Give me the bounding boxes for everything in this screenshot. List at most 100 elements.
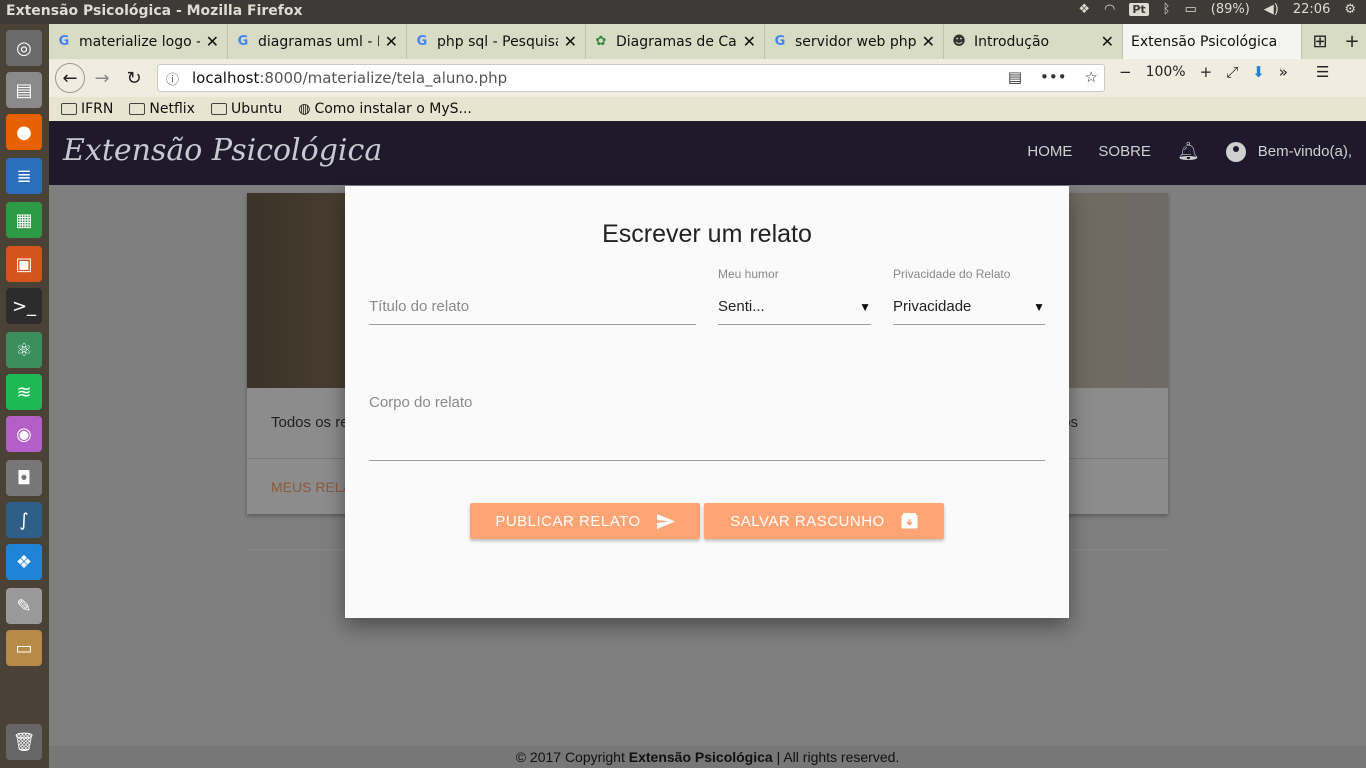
overflow-chevron-icon[interactable]: » [1279, 63, 1288, 81]
back-arrow-icon[interactable]: ← [55, 63, 85, 93]
impress-icon[interactable]: ▣ [6, 246, 42, 282]
close-tab-icon[interactable]: ✕ [564, 32, 577, 51]
reload-icon[interactable]: ↻ [119, 63, 149, 93]
mysql-workbench-icon[interactable]: ∫ [6, 502, 42, 538]
bookmark-folder[interactable]: IFRN [61, 101, 113, 117]
tab-strip: G materialize logo - ✕ G diagramas uml -… [49, 24, 1366, 59]
browser-chrome: G materialize logo - ✕ G diagramas uml -… [49, 24, 1366, 121]
google-icon: G [58, 34, 70, 49]
screenshot-icon[interactable]: ◘ [6, 460, 42, 496]
atom-icon[interactable]: ⚛ [6, 332, 42, 368]
privacy-selected-value: Privacidade [893, 298, 972, 315]
bookmark-folder[interactable]: Ubuntu [210, 101, 282, 117]
bookmarks-toolbar: IFRN Netflix Ubuntu ◍ Como instalar o MyS… [49, 97, 1366, 121]
folder-icon [210, 103, 227, 115]
site-brand-logo[interactable]: Extensão Psicológica [63, 133, 382, 168]
calc-icon[interactable]: ▦ [6, 202, 42, 238]
firefox-icon[interactable]: ● [6, 114, 42, 150]
browser-tab[interactable]: ☻ Introdução ✕ [944, 24, 1123, 59]
archive-icon[interactable]: ▭ [6, 630, 42, 666]
dropbox-launcher-icon[interactable]: ❖ [6, 544, 42, 580]
ubuntu-dash-icon[interactable]: ◎ [6, 30, 42, 66]
url-bar[interactable]: ⓘ localhost :8000/materialize/tela_aluno… [157, 64, 1105, 92]
info-icon[interactable]: ⓘ [166, 69, 184, 88]
folder-icon [129, 103, 146, 115]
close-tab-icon[interactable]: ✕ [743, 32, 756, 51]
browser-tab[interactable]: G diagramas uml - P ✕ [228, 24, 407, 59]
dropbox-icon[interactable]: ❖ [1078, 2, 1090, 17]
tab-label: Extensão Psicológica [1131, 33, 1278, 50]
nav-home-link[interactable]: HOME [1027, 143, 1072, 160]
footer-rights: | All rights reserved. [772, 749, 900, 765]
window-title: Extensão Psicológica - Mozilla Firefox [6, 3, 303, 19]
bookmark-star-icon[interactable]: ☆ [1085, 68, 1098, 86]
privacy-select[interactable]: Privacidade do Relato Privacidade ▼ [893, 267, 1045, 325]
report-body-field[interactable]: Corpo do relato [369, 394, 1045, 461]
user-menu[interactable]: Bem-vindo(a), [1225, 141, 1352, 162]
zoom-out-icon[interactable]: − [1119, 63, 1132, 81]
keyboard-layout-indicator[interactable]: Pt [1129, 3, 1149, 16]
zoom-in-icon[interactable]: + [1200, 63, 1213, 81]
files-icon[interactable]: ▤ [6, 72, 42, 108]
wifi-icon[interactable]: ◠ [1104, 2, 1115, 17]
my-reports-link[interactable]: MEUS RELA [271, 479, 352, 495]
clock[interactable]: 22:06 [1293, 2, 1330, 17]
notification-bell-icon[interactable]: 🔔︎ [1177, 141, 1200, 162]
trash-icon[interactable]: 🗑 [6, 724, 42, 760]
settings-gear-icon[interactable]: ⚙ [1344, 2, 1356, 17]
tab-label: Diagramas de Cas [616, 33, 737, 50]
close-tab-icon[interactable]: ✕ [206, 32, 219, 51]
reader-view-icon[interactable]: ▤ [1008, 68, 1022, 86]
mood-label: Meu humor [718, 267, 779, 281]
volume-icon[interactable]: ◀) [1264, 2, 1279, 17]
hamburger-menu-icon[interactable]: ☰ [1316, 63, 1329, 81]
report-title-field[interactable] [369, 289, 696, 325]
browser-tab[interactable]: G materialize logo - ✕ [49, 24, 228, 59]
url-host: localhost [192, 69, 260, 87]
site-navbar: Extensão Psicológica HOME SOBRE 🔔︎ Bem-v… [49, 121, 1366, 185]
battery-icon[interactable]: ▭ [1184, 2, 1196, 17]
publish-report-button[interactable]: PUBLICAR RELATO [470, 503, 700, 539]
new-tab-plus-icon[interactable]: + [1337, 26, 1366, 56]
system-top-bar: Extensão Psicológica - Mozilla Firefox ❖… [0, 0, 1366, 24]
page-actions-icon[interactable]: ••• [1040, 68, 1067, 86]
folder-icon [61, 103, 77, 115]
zoom-controls: − 100% + ⤢ ⬇ » ☰ [1119, 63, 1329, 81]
spotify-icon[interactable]: ≋ [6, 374, 42, 410]
mood-select[interactable]: Meu humor Senti... ▼ [718, 267, 871, 325]
color-picker-icon[interactable]: ◉ [6, 416, 42, 452]
nav-about-link[interactable]: SOBRE [1098, 143, 1151, 160]
footer: © 2017 Copyright Extensão Psicológica | … [49, 746, 1366, 768]
bluetooth-icon[interactable]: ᛒ [1163, 2, 1171, 17]
browser-tab-active[interactable]: Extensão Psicológica [1123, 24, 1302, 59]
google-icon: G [774, 34, 786, 49]
zoom-level[interactable]: 100% [1146, 64, 1186, 80]
browser-tab[interactable]: G servidor web php ✕ [765, 24, 944, 59]
browser-tab[interactable]: ✿ Diagramas de Cas ✕ [586, 24, 765, 59]
browser-tab[interactable]: G php sql - Pesquisa ✕ [407, 24, 586, 59]
account-circle-icon [1225, 141, 1246, 162]
report-title-input[interactable] [369, 289, 696, 324]
globe-icon: ◍ [298, 101, 311, 117]
welcome-text: Bem-vindo(a), [1257, 143, 1352, 160]
fullscreen-icon[interactable]: ⤢ [1226, 63, 1238, 81]
close-tab-icon[interactable]: ✕ [1101, 32, 1114, 51]
bookmark-link[interactable]: ◍ Como instalar o MyS... [298, 101, 472, 117]
new-tab-icon[interactable]: ⊞ [1305, 26, 1335, 56]
tab-label: diagramas uml - P [258, 33, 379, 50]
terminal-icon[interactable]: >_ [6, 288, 42, 324]
writer-icon[interactable]: ≣ [6, 158, 42, 194]
dropdown-arrow-icon: ▼ [859, 299, 871, 314]
footer-brand: Extensão Psicológica [628, 749, 773, 765]
navigation-toolbar: ← → ↻ ⓘ localhost :8000/materialize/tela… [49, 59, 1366, 97]
download-icon[interactable]: ⬇ [1252, 63, 1265, 81]
save-draft-button[interactable]: SALVAR RASCUNHO [704, 503, 944, 539]
tab-label: php sql - Pesquisa [437, 33, 558, 50]
forward-arrow-icon[interactable]: → [87, 63, 117, 93]
close-tab-icon[interactable]: ✕ [922, 32, 935, 51]
text-editor-icon[interactable]: ✎ [6, 588, 42, 624]
nav-links: HOME SOBRE 🔔︎ Bem-vindo(a), [1027, 141, 1352, 162]
tab-label: materialize logo - [79, 33, 200, 50]
bookmark-folder[interactable]: Netflix [129, 101, 195, 117]
close-tab-icon[interactable]: ✕ [385, 32, 398, 51]
